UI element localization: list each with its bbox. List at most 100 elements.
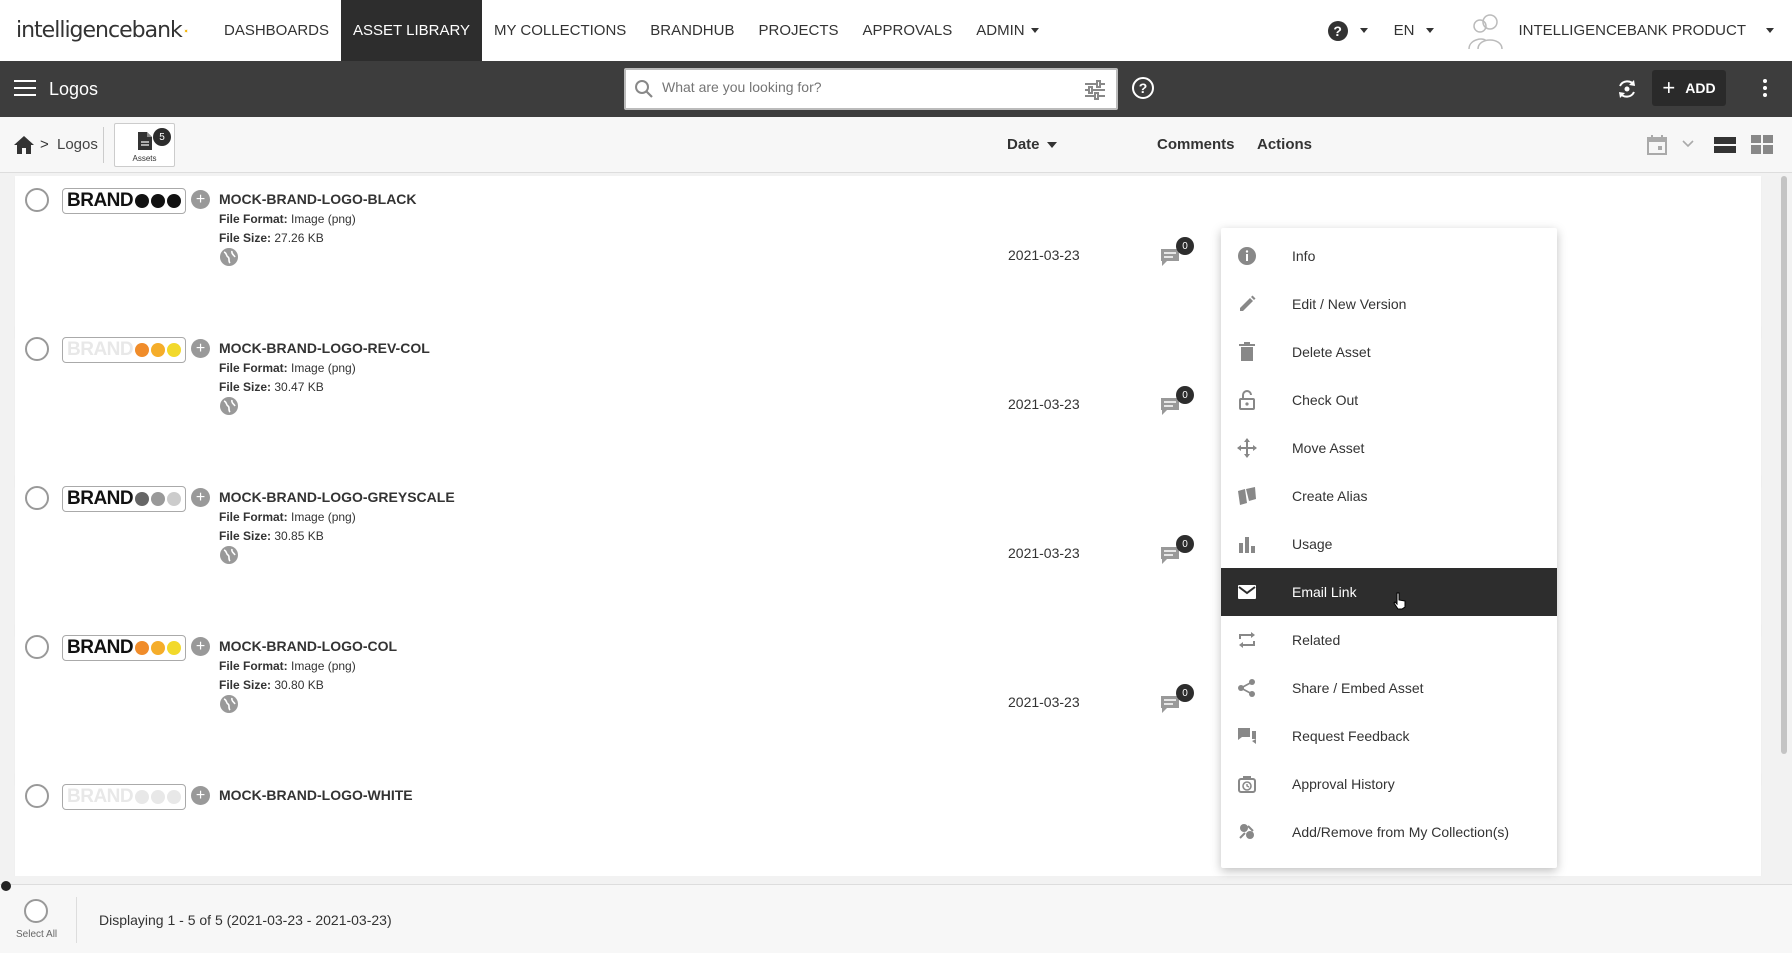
menu-item-delete-asset[interactable]: Delete Asset	[1221, 328, 1557, 376]
menu-item-add-remove-from-my-collection-s[interactable]: Add/Remove from My Collection(s)	[1221, 808, 1557, 856]
nav-item-label: MY COLLECTIONS	[494, 22, 627, 39]
asset-title[interactable]: MOCK-BRAND-LOGO-COL	[219, 638, 397, 654]
nav-item-admin[interactable]: ADMIN	[964, 0, 1050, 61]
footer-bar: Select All Displaying 1 - 5 of 5 (2021-0…	[0, 884, 1792, 953]
add-to-collection-icon[interactable]: +	[191, 488, 210, 507]
list-view-icon[interactable]	[1714, 135, 1736, 155]
add-button-label: ADD	[1685, 80, 1716, 96]
globe-icon	[220, 695, 238, 713]
add-to-collection-icon[interactable]: +	[191, 637, 210, 656]
calendar-icon[interactable]	[1646, 134, 1668, 156]
asset-title[interactable]: MOCK-BRAND-LOGO-GREYSCALE	[219, 489, 455, 505]
add-to-collection-icon[interactable]: +	[191, 190, 210, 209]
user-name[interactable]: INTELLIGENCEBANK PRODUCT	[1518, 22, 1746, 39]
language-selector[interactable]: EN	[1394, 22, 1415, 39]
menu-item-email-link[interactable]: Email Link	[1221, 568, 1557, 616]
logo-dot	[135, 194, 150, 208]
home-icon[interactable]	[13, 135, 35, 155]
asset-select-radio[interactable]	[25, 486, 49, 510]
asset-title[interactable]: MOCK-BRAND-LOGO-BLACK	[219, 191, 417, 207]
history-icon	[1238, 776, 1256, 793]
menu-item-usage[interactable]: Usage	[1221, 520, 1557, 568]
hamburger-menu-icon[interactable]	[14, 80, 36, 98]
asset-thumbnail[interactable]: BRAND	[62, 635, 186, 661]
filter-sliders-icon[interactable]	[1084, 80, 1106, 100]
assets-tab-label: Assets	[132, 154, 157, 163]
asset-file-format: File Format: Image (png)	[219, 510, 356, 524]
asset-file-size: File Size: 30.80 KB	[219, 678, 324, 692]
file-format-label: File Format:	[219, 361, 288, 375]
logo-dot	[135, 790, 150, 804]
move-icon	[1237, 438, 1257, 458]
add-to-collection-icon[interactable]: +	[191, 786, 210, 805]
logo-dot	[151, 343, 166, 357]
pointer-cursor-icon	[1393, 592, 1406, 610]
breadcrumb-current[interactable]: Logos	[57, 136, 98, 153]
asset-thumbnail[interactable]: BRAND	[62, 784, 186, 810]
nav-item-projects[interactable]: PROJECTS	[746, 0, 850, 61]
nav-item-asset-library[interactable]: ASSET LIBRARY	[341, 0, 483, 61]
menu-item-edit-new-version[interactable]: Edit / New Version	[1221, 280, 1557, 328]
asset-select-radio[interactable]	[25, 337, 49, 361]
file-size-value: 30.47 KB	[274, 380, 324, 394]
comment-count-badge: 0	[1176, 386, 1194, 404]
file-size-label: File Size:	[219, 231, 272, 245]
logo-dot	[167, 343, 182, 357]
logo-dot	[167, 641, 182, 655]
grid-view-icon[interactable]	[1751, 135, 1773, 155]
nav-item-brandhub[interactable]: BRANDHUB	[638, 0, 746, 61]
add-to-collection-icon[interactable]: +	[191, 339, 210, 358]
logo-dot	[151, 194, 166, 208]
thumbnail-text: BRAND	[67, 786, 134, 807]
menu-item-info[interactable]: Info	[1221, 232, 1557, 280]
asset-select-radio[interactable]	[25, 635, 49, 659]
help-dropdown-caret[interactable]	[1359, 28, 1368, 33]
menu-item-label: Move Asset	[1292, 440, 1365, 456]
menu-item-check-out[interactable]: Check Out	[1221, 376, 1557, 424]
globe-icon	[220, 248, 238, 266]
menu-item-create-alias[interactable]: Create Alias	[1221, 472, 1557, 520]
menu-item-label: Add/Remove from My Collection(s)	[1292, 824, 1510, 840]
search-box[interactable]	[624, 68, 1118, 110]
menu-item-request-feedback[interactable]: Request Feedback	[1221, 712, 1557, 760]
assets-tab[interactable]: 5 Assets	[114, 123, 175, 167]
menu-item-label: Info	[1292, 248, 1316, 264]
sun-logo-icon	[183, 28, 188, 33]
asset-list-scrollbar[interactable]	[1781, 176, 1787, 754]
user-dropdown-caret[interactable]	[1766, 28, 1774, 33]
asset-select-radio[interactable]	[25, 188, 49, 212]
nav-item-label: DASHBOARDS	[224, 22, 330, 39]
folder-title: Logos	[49, 79, 99, 99]
actions-header: Actions	[1257, 136, 1313, 153]
nav-item-dashboards[interactable]: DASHBOARDS	[212, 0, 341, 61]
logo-dot	[167, 492, 182, 506]
sync-icon[interactable]	[1616, 78, 1638, 100]
help-icon[interactable]: ?	[1327, 20, 1348, 41]
nav-item-label: ADMIN	[976, 22, 1025, 39]
asset-thumbnail[interactable]: BRAND	[62, 486, 186, 512]
chevron-down-icon[interactable]	[1682, 139, 1694, 149]
brand-logo[interactable]: intelligencebank	[16, 18, 188, 44]
asset-select-radio[interactable]	[25, 784, 49, 808]
user-avatar-icon[interactable]	[1464, 9, 1508, 53]
asset-thumbnail[interactable]: BRAND	[62, 188, 186, 214]
nav-right: ? EN INTELLIGENCEBANK PRODUCT	[1327, 0, 1792, 61]
language-dropdown-caret[interactable]	[1426, 28, 1435, 33]
add-button[interactable]: + ADD	[1652, 70, 1726, 106]
search-help-icon[interactable]: ?	[1132, 77, 1154, 99]
menu-item-move-asset[interactable]: Move Asset	[1221, 424, 1557, 472]
date-sort-header[interactable]: Date	[1007, 136, 1057, 153]
asset-title[interactable]: MOCK-BRAND-LOGO-WHITE	[219, 787, 413, 803]
menu-item-label: Related	[1292, 632, 1341, 648]
search-input[interactable]	[662, 79, 1062, 95]
menu-item-approval-history[interactable]: Approval History	[1221, 760, 1557, 808]
file-format-label: File Format:	[219, 510, 288, 524]
nav-item-my-collections[interactable]: MY COLLECTIONS	[482, 0, 638, 61]
menu-item-related[interactable]: Related	[1221, 616, 1557, 664]
asset-thumbnail[interactable]: BRAND	[62, 337, 186, 363]
more-options-icon[interactable]	[1763, 79, 1769, 99]
select-all-radio[interactable]	[24, 899, 48, 923]
menu-item-share-embed-asset[interactable]: Share / Embed Asset	[1221, 664, 1557, 712]
asset-title[interactable]: MOCK-BRAND-LOGO-REV-COL	[219, 340, 430, 356]
nav-item-approvals[interactable]: APPROVALS	[851, 0, 965, 61]
